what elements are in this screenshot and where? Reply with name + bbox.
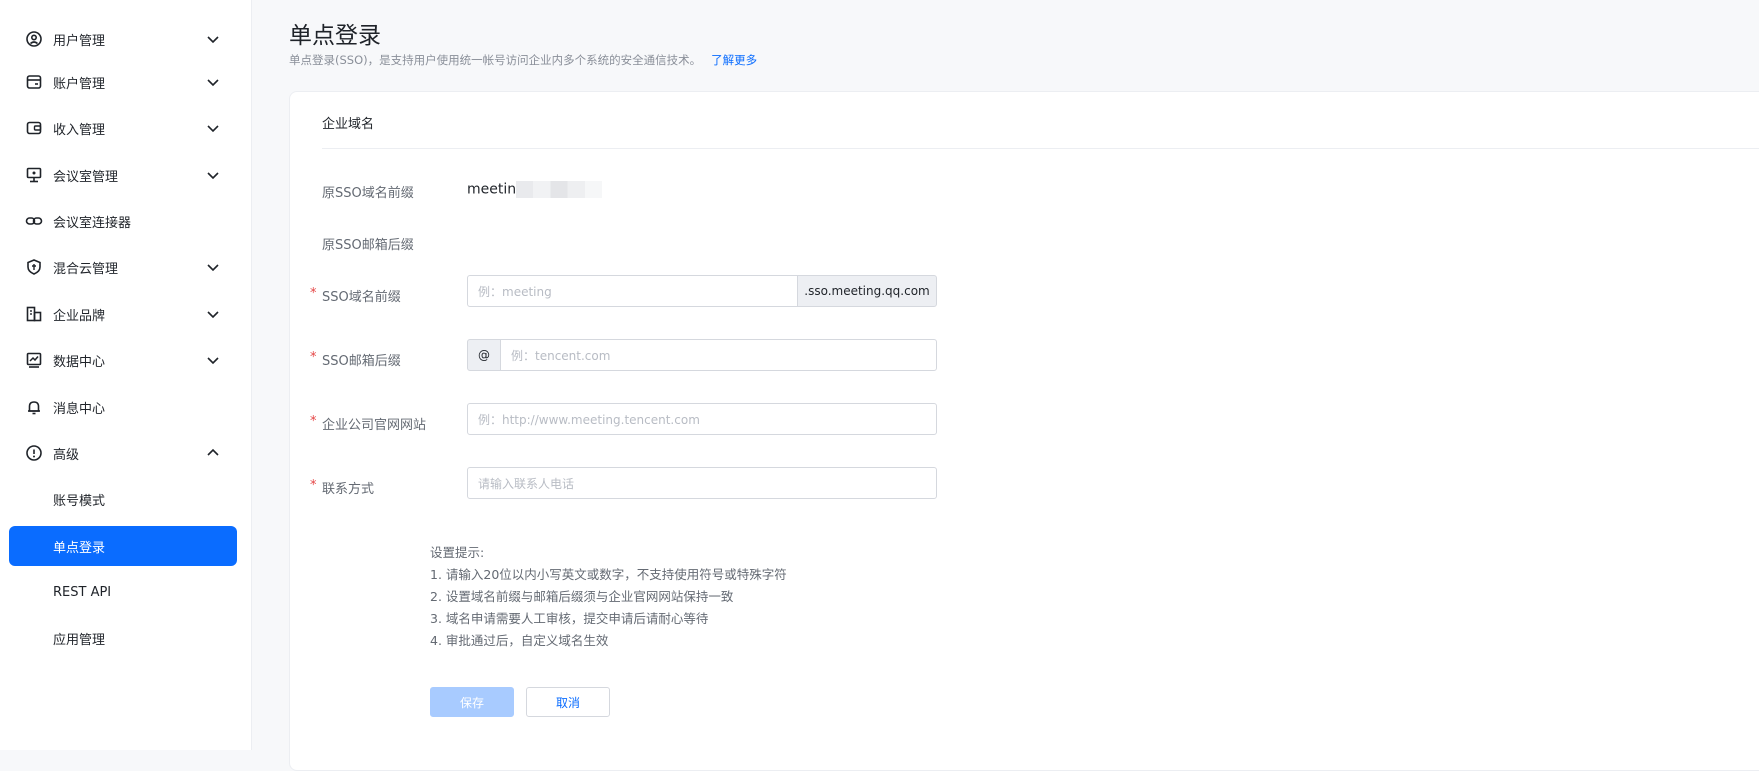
page-description: 单点登录(SSO)，是支持用户使用统一帐号访问企业内多个系统的安全通信技术。 了解… [289, 52, 757, 68]
domain-prefix-label: SSO域名前缀 [322, 290, 401, 305]
page-description-text: 单点登录(SSO)，是支持用户使用统一帐号访问企业内多个系统的安全通信技术。 [289, 53, 702, 67]
learn-more-link[interactable]: 了解更多 [711, 53, 757, 67]
wallet-icon [25, 119, 43, 137]
page-title: 单点登录 [289, 23, 381, 49]
original-suffix-label: 原SSO邮箱后缀 [322, 238, 414, 253]
tips-line: 3. 域名申请需要人工审核，提交申请后请耐心等待 [430, 611, 709, 626]
original-prefix-label: 原SSO域名前缀 [322, 186, 414, 201]
sidebar-subitem-account-mode[interactable]: 账号模式 [9, 479, 237, 519]
sidebar-item-label: REST API [53, 584, 112, 600]
original-prefix-value: meetin [467, 181, 603, 198]
sidebar-item-label: 数据中心 [53, 354, 106, 370]
divider [322, 148, 1759, 149]
bell-icon [25, 398, 43, 416]
contact-label: 联系方式 [322, 482, 375, 497]
sidebar-item-enterprise-brand[interactable]: 企业品牌 [9, 294, 237, 334]
original-prefix-text: meetin [467, 181, 517, 198]
sidebar-subitem-app-management[interactable]: 应用管理 [9, 618, 237, 658]
chevron-down-icon [205, 167, 221, 183]
sidebar-subitem-sso[interactable]: 单点登录 [9, 526, 237, 566]
sidebar-item-room-connector[interactable]: 会议室连接器 [9, 201, 237, 241]
chevron-down-icon [205, 31, 221, 47]
sidebar-item-advanced[interactable]: 高级 [9, 433, 237, 473]
sidebar-item-account-management[interactable]: 账户管理 [9, 62, 237, 102]
tips-line: 4. 审批通过后，自定义域名生效 [430, 633, 609, 648]
sidebar-item-hybrid-cloud[interactable]: 混合云管理 [9, 247, 237, 287]
sidebar-item-label: 企业品牌 [53, 308, 106, 324]
sidebar-item-data-center[interactable]: 数据中心 [9, 340, 237, 380]
email-at-addon: @ [467, 339, 501, 371]
required-mark: * [310, 350, 317, 365]
email-suffix-label: SSO邮箱后缀 [322, 354, 401, 369]
enterprise-domain-card: 企业域名 原SSO域名前缀 meetin 原SSO邮箱后缀 * SSO域名前缀 … [289, 91, 1759, 771]
card-title: 企业域名 [322, 117, 375, 132]
sidebar-item-label: 混合云管理 [53, 261, 119, 277]
sidebar-item-label: 会议室连接器 [53, 215, 132, 231]
sidebar-item-label: 应用管理 [53, 632, 106, 648]
sidebar-item-label: 单点登录 [53, 540, 106, 556]
link-icon [25, 212, 43, 230]
tips-line: 2. 设置域名前缀与邮箱后缀须与企业官网网站保持一致 [430, 589, 734, 604]
sidebar-item-user-management[interactable]: 用户管理 [9, 19, 237, 59]
sidebar-subitem-rest-api[interactable]: REST API [9, 572, 237, 612]
tips-line: 1. 请输入20位以内小写英文或数字，不支持使用符号或特殊字符 [430, 567, 787, 582]
chevron-down-icon [205, 259, 221, 275]
sidebar: 用户管理 账户管理 收入管理 会议室管理 会议室连接器 混合云管理 企业品牌 数… [0, 0, 252, 750]
building-icon [25, 305, 43, 323]
domain-prefix-input[interactable]: 例：meeting [467, 275, 798, 307]
chevron-down-icon [205, 352, 221, 368]
sidebar-item-meeting-room-management[interactable]: 会议室管理 [9, 155, 237, 195]
meeting-room-icon [25, 166, 43, 184]
sidebar-item-label: 消息中心 [53, 401, 106, 417]
sidebar-item-label: 高级 [53, 447, 80, 463]
sidebar-item-label: 用户管理 [53, 33, 106, 49]
chevron-down-icon [205, 306, 221, 322]
email-suffix-input[interactable]: 例：tencent.com [500, 339, 937, 371]
chevron-up-icon [205, 445, 221, 461]
required-mark: * [310, 414, 317, 429]
domain-suffix-addon: .sso.meeting.qq.com [797, 275, 937, 307]
contact-input[interactable]: 请输入联系人电话 [467, 467, 937, 499]
cancel-button[interactable]: 取消 [526, 687, 610, 717]
shield-icon [25, 258, 43, 276]
user-circle-icon [25, 30, 43, 48]
sidebar-item-label: 收入管理 [53, 122, 106, 138]
sidebar-item-label: 账号模式 [53, 493, 106, 509]
sidebar-item-label: 账户管理 [53, 76, 106, 92]
account-card-icon [25, 73, 43, 91]
info-circle-icon [25, 444, 43, 462]
website-input[interactable]: 例：http://www.meeting.tencent.com [467, 403, 937, 435]
tips-title: 设置提示: [430, 545, 485, 560]
settings-tips: 设置提示: 1. 请输入20位以内小写英文或数字，不支持使用符号或特殊字符 2.… [430, 542, 787, 652]
required-mark: * [310, 286, 317, 301]
required-mark: * [310, 478, 317, 493]
chevron-down-icon [205, 120, 221, 136]
redacted-mask [516, 181, 603, 198]
save-button[interactable]: 保存 [430, 687, 514, 717]
chart-icon [25, 351, 43, 369]
sidebar-item-message-center[interactable]: 消息中心 [9, 387, 237, 427]
website-label: 企业公司官网网站 [322, 418, 427, 433]
chevron-down-icon [205, 74, 221, 90]
sidebar-item-income-management[interactable]: 收入管理 [9, 108, 237, 148]
main-content: 单点登录 单点登录(SSO)，是支持用户使用统一帐号访问企业内多个系统的安全通信… [253, 0, 1759, 771]
sidebar-item-label: 会议室管理 [53, 169, 119, 185]
